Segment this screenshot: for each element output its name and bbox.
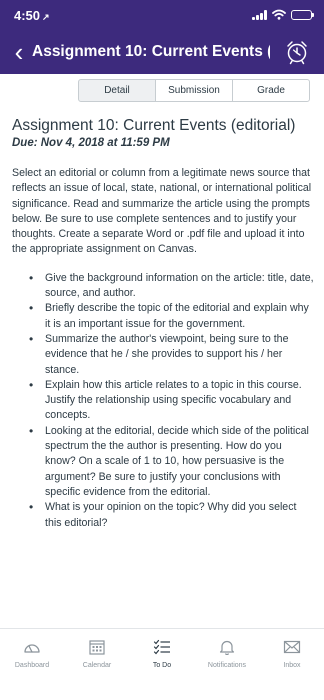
tab-inbox[interactable]: Inbox: [260, 639, 324, 669]
bell-icon: [219, 640, 235, 655]
prompt-item: Briefly describe the topic of the editor…: [29, 301, 314, 332]
prompt-list: Give the background information on the a…: [12, 271, 314, 531]
assignment-detail: Assignment 10: Current Events (editorial…: [12, 117, 314, 531]
cellular-signal-icon: [252, 9, 267, 20]
tab-inbox-label: Inbox: [283, 662, 301, 669]
prompt-item: What is your opinion on the topic? Why d…: [29, 500, 314, 531]
todo-icon: [153, 639, 170, 655]
tab-detail[interactable]: Detail: [78, 79, 156, 102]
status-icons: [252, 9, 314, 20]
assignment-title: Assignment 10: Current Events (editorial…: [12, 117, 296, 134]
tab-dashboard-label: Dashboard: [14, 662, 50, 669]
tab-dashboard[interactable]: Dashboard: [0, 639, 64, 669]
tab-notifications[interactable]: Notifications: [195, 639, 259, 669]
prompt-item: Looking at the editorial, decide which s…: [29, 424, 314, 500]
tab-grade[interactable]: Grade: [232, 79, 310, 102]
nav-title: Assignment 10: Current Events (edit...: [32, 43, 270, 60]
chevron-left-icon: ‹: [14, 37, 24, 67]
tab-submission[interactable]: Submission: [155, 79, 233, 102]
nav-bar: ‹ Assignment 10: Current Events (edit...: [0, 30, 324, 74]
status-time: 4:50 ↗: [14, 8, 50, 23]
tab-calendar[interactable]: Calendar: [65, 639, 129, 669]
inbox-icon: [283, 640, 301, 654]
prompt-item: Explain how this article relates to a to…: [29, 378, 314, 424]
prompt-item: Summarize the author's viewpoint, being …: [29, 332, 314, 378]
tab-todo-label: To Do: [152, 662, 172, 669]
dashboard-icon: [24, 644, 40, 653]
due-date: Due: Nov 4, 2018 at 11:59 PM: [12, 137, 170, 149]
alarm-clock-icon[interactable]: [284, 39, 310, 65]
battery-icon: [291, 9, 314, 20]
tab-notifications-label: Notifications: [207, 662, 247, 669]
prompt-item: Give the background information on the a…: [29, 271, 314, 302]
tab-calendar-label: Calendar: [82, 662, 112, 669]
wifi-icon: [272, 9, 286, 20]
location-arrow-icon: ↗: [42, 12, 50, 22]
bottom-tab-bar: Dashboard Calendar To Do Notifications I…: [0, 628, 324, 700]
assignment-description: Select an editorial or column from a leg…: [12, 167, 312, 256]
status-bar: 4:50 ↗: [0, 0, 324, 30]
segmented-tabs: Detail Submission Grade: [78, 79, 310, 102]
calendar-icon: [89, 640, 105, 655]
clock-text: 4:50: [14, 8, 41, 23]
back-button[interactable]: ‹: [8, 38, 30, 66]
tab-todo[interactable]: To Do: [130, 639, 194, 669]
